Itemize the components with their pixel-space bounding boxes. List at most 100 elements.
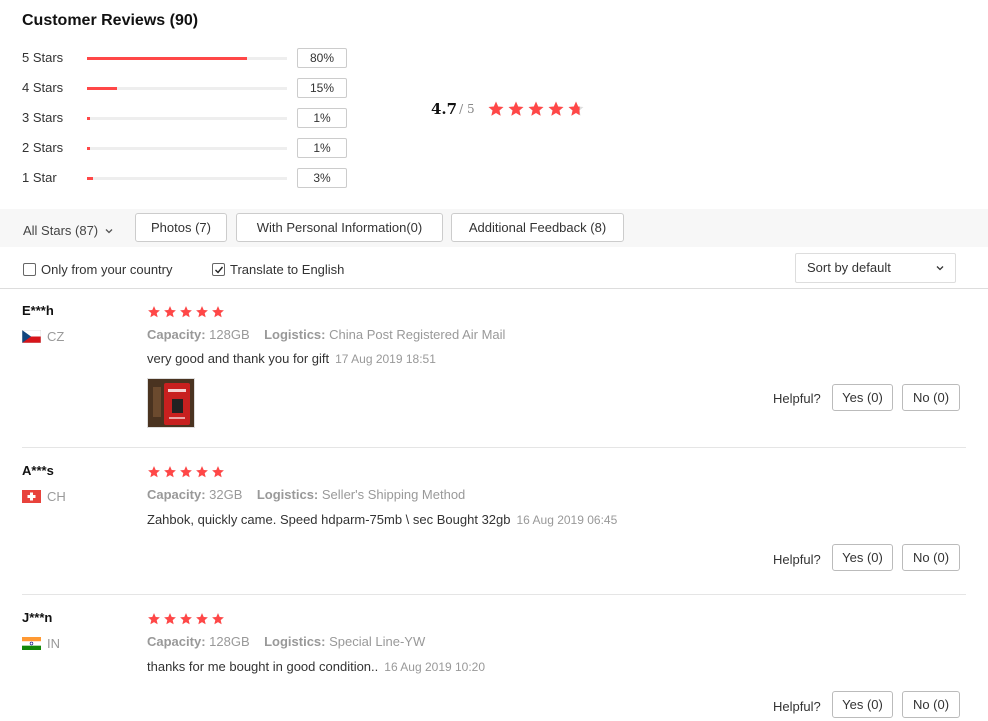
rating-bar-fill — [87, 87, 117, 90]
star-icon — [548, 101, 564, 116]
only-country-checkbox[interactable]: Only from your country — [23, 262, 173, 277]
review-photo-thumbnail[interactable] — [147, 378, 195, 428]
reviewer-country: CZ — [22, 329, 64, 344]
review-stars — [147, 305, 225, 319]
rating-row-5[interactable]: 5 Stars 80% — [22, 48, 352, 68]
review-meta: Capacity: 128GB Logistics: China Post Re… — [147, 327, 505, 342]
reviewer-country: IN — [22, 636, 60, 651]
review-text: Zahbok, quickly came. Speed hdparm-75mb … — [147, 512, 511, 527]
filter-photos-button[interactable]: Photos (7) — [135, 213, 227, 242]
review-divider — [22, 447, 966, 448]
rating-bar — [87, 117, 287, 120]
only-country-label: Only from your country — [41, 262, 173, 277]
rating-bar — [87, 57, 287, 60]
star-icon — [148, 466, 160, 478]
review-stars — [147, 612, 225, 626]
review-text-line: Zahbok, quickly came. Speed hdparm-75mb … — [147, 512, 617, 527]
review-text: thanks for me bought in good condition.. — [147, 659, 379, 674]
rating-label: 2 Stars — [22, 140, 64, 155]
star-icon — [196, 466, 208, 478]
filter-additional-feedback-button[interactable]: Additional Feedback (8) — [451, 213, 624, 242]
review-meta: Capacity: 128GB Logistics: Special Line-… — [147, 634, 425, 649]
checkbox-box[interactable] — [212, 263, 225, 276]
sort-label: Sort by default — [807, 260, 891, 275]
translate-checkbox[interactable]: Translate to English — [212, 262, 344, 277]
all-stars-label: All Stars (87) — [23, 223, 99, 238]
capacity-label: Capacity: — [147, 327, 206, 342]
capacity-value: 128GB — [209, 327, 250, 342]
review-text-line: very good and thank you for gift 17 Aug 2… — [147, 351, 436, 366]
logistics-value: Special Line-YW — [329, 634, 426, 649]
rating-percent: 1% — [297, 108, 347, 128]
review-text: very good and thank you for gift — [147, 351, 330, 366]
filter-bar: All Stars (87) Photos (7) With Personal … — [0, 209, 988, 247]
rating-label: 1 Star — [22, 170, 57, 185]
average-value: 4.7 — [431, 100, 458, 118]
star-icon — [180, 613, 192, 625]
in-flag-icon — [22, 637, 41, 650]
review-date: 17 Aug 2019 18:51 — [335, 352, 436, 366]
star-icon — [212, 306, 224, 318]
rating-bar — [87, 147, 287, 150]
star-icon — [196, 306, 208, 318]
logistics-label: Logistics: — [264, 634, 326, 649]
star-icon — [508, 101, 524, 116]
helpful-no-button[interactable]: No (0) — [902, 691, 960, 718]
star-icon — [568, 101, 584, 116]
average-rating: 4.7 / 5 — [431, 100, 585, 118]
reviewer-country: CH — [22, 489, 66, 504]
helpful-no-button[interactable]: No (0) — [902, 384, 960, 411]
logistics-label: Logistics: — [264, 327, 326, 342]
rating-bar-fill — [87, 147, 90, 150]
rating-percent: 1% — [297, 138, 347, 158]
star-icon — [164, 466, 176, 478]
chevron-down-icon — [105, 228, 113, 233]
helpful-label: Helpful? — [773, 699, 821, 714]
helpful-yes-button[interactable]: Yes (0) — [832, 544, 893, 571]
rating-label: 4 Stars — [22, 80, 64, 95]
page-title: Customer Reviews (90) — [22, 12, 199, 29]
rating-bar — [87, 177, 287, 180]
reviews-page: Customer Reviews (90) 5 Stars 80% 4 Star… — [0, 0, 988, 721]
star-icon — [148, 306, 160, 318]
rating-bar-fill — [87, 57, 247, 60]
checkbox-box[interactable] — [23, 263, 36, 276]
reviewer-name: A***s — [22, 463, 54, 478]
review-divider — [22, 594, 966, 595]
rating-bar — [87, 87, 287, 90]
chevron-down-icon — [936, 266, 944, 271]
capacity-label: Capacity: — [147, 487, 206, 502]
star-icon — [528, 101, 544, 116]
star-icon — [164, 613, 176, 625]
rating-row-2[interactable]: 2 Stars 1% — [22, 138, 352, 158]
review-date: 16 Aug 2019 10:20 — [384, 660, 486, 674]
review-date: 16 Aug 2019 06:45 — [516, 513, 618, 527]
review-stars — [147, 465, 225, 479]
capacity-value: 32GB — [209, 487, 243, 502]
rating-percent: 15% — [297, 78, 347, 98]
rating-bar-fill — [87, 177, 93, 180]
helpful-yes-button[interactable]: Yes (0) — [832, 691, 893, 718]
rating-percent: 3% — [297, 168, 347, 188]
logistics-value: Seller's Shipping Method — [321, 487, 466, 502]
rating-percent: 80% — [297, 48, 347, 68]
helpful-label: Helpful? — [773, 552, 821, 567]
average-out-of: / 5 — [459, 102, 475, 116]
reviewer-name: E***h — [22, 303, 54, 318]
country-code: CH — [47, 489, 66, 504]
helpful-no-button[interactable]: No (0) — [902, 544, 960, 571]
star-icon — [164, 306, 176, 318]
helpful-yes-button[interactable]: Yes (0) — [832, 384, 893, 411]
country-code: IN — [47, 636, 60, 651]
sort-select[interactable]: Sort by default — [795, 253, 956, 283]
star-icon — [180, 466, 192, 478]
product-photo-image — [148, 379, 194, 427]
all-stars-dropdown[interactable]: All Stars (87) — [23, 223, 114, 238]
filter-personal-info-button[interactable]: With Personal Information(0) — [236, 213, 443, 242]
star-icon — [212, 466, 224, 478]
review-meta: Capacity: 32GB Logistics: Seller's Shipp… — [147, 487, 465, 502]
options-row: Only from your country Translate to Engl… — [0, 251, 988, 289]
rating-row-4[interactable]: 4 Stars 15% — [22, 78, 352, 98]
rating-row-1[interactable]: 1 Star 3% — [22, 168, 352, 188]
rating-row-3[interactable]: 3 Stars 1% — [22, 108, 352, 128]
